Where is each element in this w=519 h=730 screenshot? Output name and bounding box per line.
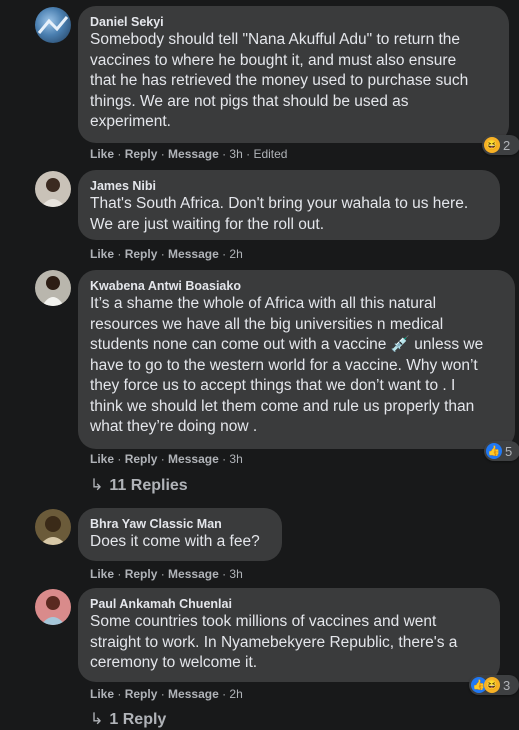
reply-button[interactable]: Reply (125, 567, 158, 581)
message-button[interactable]: Message (168, 247, 219, 261)
timestamp[interactable]: 3h (229, 452, 242, 466)
message-button[interactable]: Message (168, 452, 219, 466)
comment-actions: Like · Reply · Message · 3h (90, 567, 243, 581)
like-button[interactable]: Like (90, 247, 114, 261)
comment-bubble: James Nibi That's South Africa. Don't br… (78, 170, 500, 240)
reply-button[interactable]: Reply (125, 247, 158, 261)
reply-arrow-icon: ↳ (90, 711, 104, 728)
comment-text: That's South Africa. Don't bring your wa… (90, 195, 469, 233)
laugh-emoji-icon: 😆 (484, 137, 500, 153)
reaction-summary[interactable]: 👍 😆 3 (469, 675, 519, 695)
comment-text: Some countries took millions of vaccines… (90, 613, 458, 671)
comment-actions: Like · Reply · Message · 3h (90, 452, 243, 466)
avatar-image (41, 596, 65, 625)
message-button[interactable]: Message (168, 147, 219, 161)
comment-bubble: Kwabena Antwi Boasiako It’s a shame the … (78, 270, 515, 449)
avatar-image (42, 276, 64, 306)
reaction-count: 5 (505, 443, 513, 459)
reply-button[interactable]: Reply (125, 687, 158, 701)
comment-text: Does it come with a fee? (90, 533, 260, 550)
reply-button[interactable]: Reply (125, 452, 158, 466)
comment-author[interactable]: Kwabena Antwi Boasiako (90, 278, 503, 294)
avatar[interactable] (35, 7, 71, 43)
like-emoji-icon: 👍 (486, 443, 502, 459)
message-button[interactable]: Message (168, 687, 219, 701)
comment-author[interactable]: James Nibi (90, 178, 488, 194)
view-replies-link[interactable]: ↳ 1 Reply (90, 710, 166, 730)
avatar[interactable] (35, 171, 71, 207)
reaction-summary[interactable]: 👍 5 (484, 441, 519, 461)
comment-actions: Like · Reply · Message · 2h (90, 687, 243, 701)
avatar-image (40, 516, 66, 545)
reaction-summary[interactable]: 😆 2 (482, 135, 519, 155)
avatar[interactable] (35, 589, 71, 625)
avatar[interactable] (35, 270, 71, 306)
avatar-image (41, 178, 65, 207)
replies-count-label: 1 Reply (109, 711, 167, 728)
reaction-count: 3 (503, 677, 511, 693)
comment-text: Somebody should tell "Nana Akufful Adu" … (90, 31, 469, 130)
comment-bubble: Daniel Sekyi Somebody should tell "Nana … (78, 6, 509, 143)
comment-author[interactable]: Bhra Yaw Classic Man (90, 516, 270, 532)
reply-arrow-icon: ↳ (90, 477, 104, 494)
comment-author[interactable]: Daniel Sekyi (90, 14, 497, 30)
like-button[interactable]: Like (90, 452, 114, 466)
comment-bubble: Bhra Yaw Classic Man Does it come with a… (78, 508, 282, 561)
edited-label: Edited (253, 147, 288, 161)
reply-button[interactable]: Reply (125, 147, 158, 161)
comment-text: It’s a shame the whole of Africa with al… (90, 295, 484, 435)
view-replies-link[interactable]: ↳ 11 Replies (90, 476, 188, 496)
like-button[interactable]: Like (90, 567, 114, 581)
avatar[interactable] (35, 509, 71, 545)
comment-author[interactable]: Paul Ankamah Chuenlai (90, 596, 488, 612)
timestamp[interactable]: 3h (229, 147, 242, 161)
comment-actions: Like · Reply · Message · 2h (90, 247, 243, 261)
replies-count-label: 11 Replies (109, 477, 188, 494)
comment-bubble: Paul Ankamah Chuenlai Some countries too… (78, 588, 500, 682)
like-button[interactable]: Like (90, 687, 114, 701)
like-button[interactable]: Like (90, 147, 114, 161)
avatar-image (37, 16, 69, 34)
comment-actions: Like · Reply · Message · 3h · Edited (90, 147, 288, 161)
reaction-count: 2 (503, 137, 511, 153)
message-button[interactable]: Message (168, 567, 219, 581)
timestamp[interactable]: 2h (229, 247, 242, 261)
timestamp[interactable]: 2h (229, 687, 242, 701)
laugh-emoji-icon: 😆 (484, 677, 500, 693)
timestamp[interactable]: 3h (229, 567, 242, 581)
